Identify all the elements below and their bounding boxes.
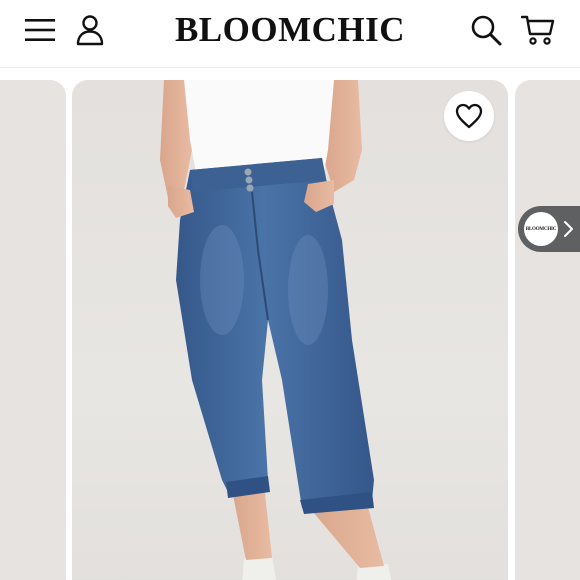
hamburger-menu-icon[interactable]: [20, 10, 60, 50]
product-image-carousel[interactable]: [0, 80, 580, 580]
main-product-image[interactable]: [72, 80, 508, 580]
next-product-image[interactable]: [515, 80, 580, 580]
search-icon[interactable]: [466, 10, 506, 50]
brand-logo[interactable]: BLOOMCHIC: [150, 8, 430, 52]
user-account-icon[interactable]: [70, 10, 110, 50]
shopping-cart-icon[interactable]: [518, 10, 558, 50]
heart-outline-icon: [455, 103, 483, 129]
product-photo-jeans: [160, 80, 392, 580]
chevron-right-icon: [562, 220, 574, 238]
previous-product-image[interactable]: [0, 80, 66, 580]
store-chip-logo: BLOOMCHIC: [524, 212, 558, 246]
add-to-wishlist-button[interactable]: [444, 91, 494, 141]
store-link-chip[interactable]: BLOOMCHIC: [518, 206, 580, 252]
top-navigation-bar: BLOOMCHIC: [0, 0, 580, 68]
